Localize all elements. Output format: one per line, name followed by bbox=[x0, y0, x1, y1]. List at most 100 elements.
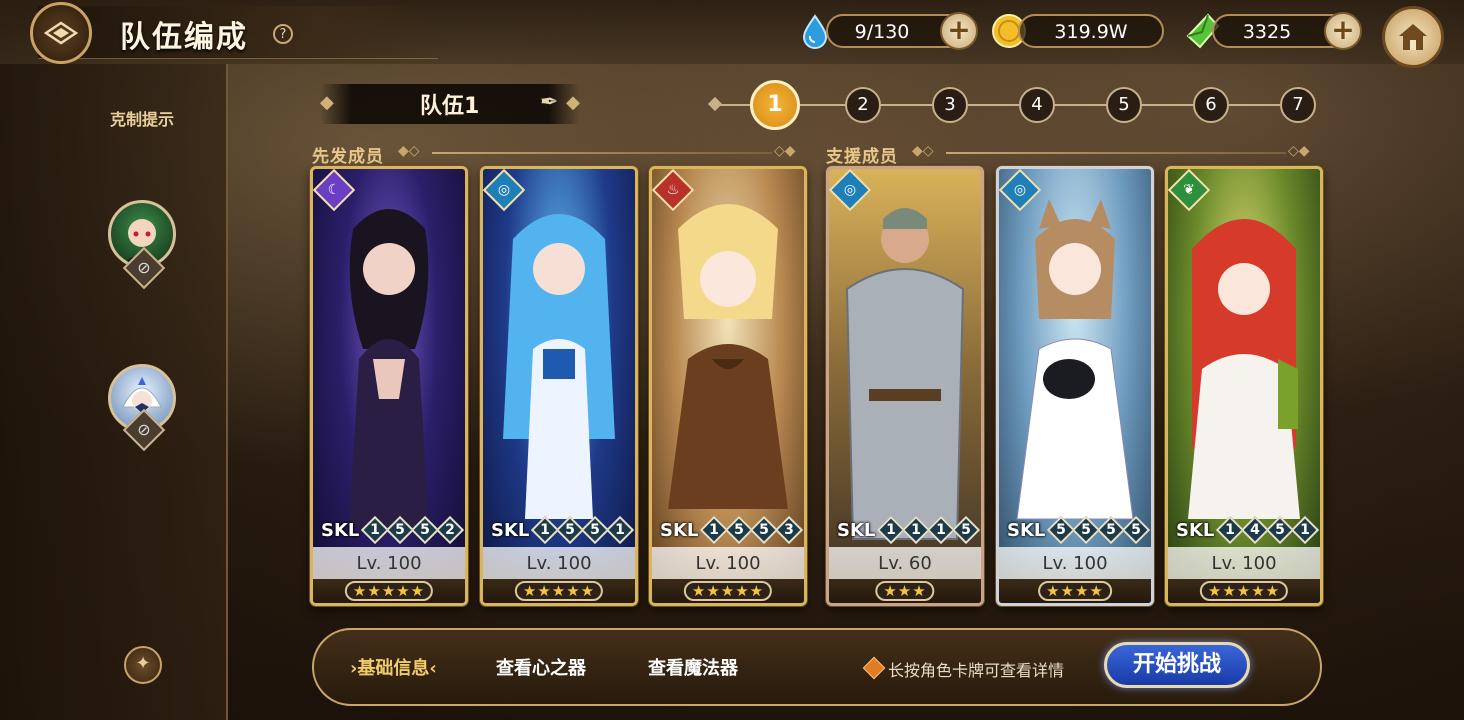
start-challenge-button[interactable]: 开始挑战 bbox=[1104, 642, 1250, 688]
team-tab-4[interactable]: 4 bbox=[1019, 87, 1055, 123]
skill-level-value: 1 bbox=[911, 522, 922, 538]
team-tab-1[interactable]: 1 bbox=[750, 80, 800, 130]
starters-heading: 先发成员 bbox=[312, 147, 384, 167]
team-name: 队伍1 bbox=[420, 94, 480, 119]
character-card-1[interactable]: ☾ SKL 1 5 5 2 Lv. 100 ★★★★★ bbox=[310, 166, 468, 606]
heading-ornament-icon: ◇◆ bbox=[774, 143, 796, 159]
star-rating: ★★★★★ bbox=[1199, 581, 1289, 601]
star-rating: ★★★★★ bbox=[344, 581, 434, 601]
character-card-4[interactable]: ◎ SKL 1 1 1 5 Lv. 60 ★★★ bbox=[826, 166, 984, 606]
dark-attribute-icon: ☾ bbox=[327, 182, 341, 198]
character-card-6[interactable]: ❦ SKL 1 4 5 1 Lv. 100 ★★★★★ bbox=[1165, 166, 1323, 606]
home-button[interactable] bbox=[1382, 6, 1444, 68]
skill-level: 2 bbox=[436, 515, 465, 545]
skill-level-value: 5 bbox=[565, 522, 576, 538]
skill-levels: SKL 1 1 1 5 bbox=[829, 515, 981, 545]
card-level: Lv. 100 bbox=[695, 553, 761, 574]
page-title: 队伍编成 bbox=[120, 20, 248, 55]
skill-level-value: 5 bbox=[395, 522, 406, 538]
skill-level-value: 1 bbox=[886, 522, 897, 538]
no-icon: ⊘ bbox=[137, 420, 151, 439]
support-divider bbox=[946, 152, 1286, 154]
character-portrait bbox=[349, 209, 429, 529]
character-portrait bbox=[1016, 199, 1134, 520]
skill-level-value: 1 bbox=[1300, 522, 1311, 538]
skill-level-value: 5 bbox=[1275, 522, 1286, 538]
skill-level-value: 4 bbox=[1250, 522, 1261, 538]
left-ornament-icon: ◆ bbox=[320, 92, 334, 113]
back-button[interactable] bbox=[30, 2, 92, 64]
card-level: Lv. 100 bbox=[526, 553, 592, 574]
heading-ornament-icon: ◆◇ bbox=[912, 143, 934, 159]
water-attribute-icon: ◎ bbox=[1013, 182, 1027, 198]
home-icon bbox=[1399, 24, 1427, 50]
skl-label: SKL bbox=[491, 519, 530, 541]
skill-level-value: 5 bbox=[961, 522, 972, 538]
skill-level-value: 5 bbox=[1106, 522, 1117, 538]
skill-levels: SKL 1 5 5 1 bbox=[483, 515, 635, 545]
skl-label: SKL bbox=[837, 519, 876, 541]
character-card-2[interactable]: ◎ SKL 1 5 5 1 Lv. 100 ★★★★★ bbox=[480, 166, 638, 606]
support-heading: 支援成员 bbox=[826, 147, 898, 167]
team-tab-3[interactable]: 3 bbox=[932, 87, 968, 123]
team-tab-7[interactable]: 7 bbox=[1280, 87, 1316, 123]
skill-level-value: 5 bbox=[759, 522, 770, 538]
character-card-5[interactable]: ◎ SKL 5 5 5 5 Lv. 100 ★★★★ bbox=[996, 166, 1154, 606]
diamond-back-icon bbox=[44, 21, 78, 45]
star-rating: ★★★★★ bbox=[514, 581, 604, 601]
skill-level-value: 5 bbox=[734, 522, 745, 538]
card-level: Lv. 100 bbox=[356, 553, 422, 574]
add-water-button[interactable]: + bbox=[940, 12, 978, 50]
skill-levels: SKL 1 5 5 3 bbox=[652, 515, 804, 545]
water-attribute-icon: ◎ bbox=[497, 182, 511, 198]
skill-level: 1 bbox=[606, 515, 635, 545]
arrow-left-icon: ‹ bbox=[429, 658, 437, 679]
team-tab-2[interactable]: 2 bbox=[845, 87, 881, 123]
heading-ornament-icon: ◇◆ bbox=[1288, 143, 1310, 159]
resource-crystal: 3325 + bbox=[1212, 12, 1362, 50]
skill-level-value: 1 bbox=[540, 522, 551, 538]
resource-crystal-value: 3325 bbox=[1242, 21, 1292, 43]
skill-level-value: 1 bbox=[370, 522, 381, 538]
skill-level-value: 1 bbox=[615, 522, 626, 538]
star-rating: ★★★★★ bbox=[683, 581, 773, 601]
tab-magic-device[interactable]: 查看魔法器 bbox=[648, 654, 738, 680]
add-crystal-button[interactable]: + bbox=[1324, 12, 1362, 50]
tab-basic-info[interactable]: ›基础信息‹ bbox=[350, 654, 437, 680]
rename-quill-icon[interactable]: ✒ bbox=[540, 90, 558, 115]
no-icon: ⊘ bbox=[137, 258, 151, 277]
character-portrait bbox=[1188, 219, 1300, 519]
compass-icon: ✦ bbox=[135, 653, 151, 674]
skill-levels: SKL 5 5 5 5 bbox=[999, 515, 1151, 545]
tab-heart-device[interactable]: 查看心之器 bbox=[496, 654, 586, 680]
counter-hint-label: 克制提示 bbox=[110, 110, 175, 129]
long-press-hint: 长按角色卡牌可查看详情 bbox=[888, 661, 1065, 680]
water-attribute-icon: ◎ bbox=[843, 182, 857, 198]
skill-level-value: 1 bbox=[1225, 522, 1236, 538]
skill-level-value: 5 bbox=[590, 522, 601, 538]
skill-level-value: 1 bbox=[709, 522, 720, 538]
skill-level: 1 bbox=[1291, 515, 1320, 545]
resource-gold: 319.9W bbox=[1018, 14, 1164, 48]
wind-attribute-icon: ❦ bbox=[1183, 182, 1195, 198]
skill-level: 5 bbox=[1122, 515, 1151, 545]
team-tab-5[interactable]: 5 bbox=[1106, 87, 1142, 123]
skill-levels: SKL 1 5 5 2 bbox=[313, 515, 465, 545]
skill-level-value: 5 bbox=[1081, 522, 1092, 538]
card-level: Lv. 100 bbox=[1211, 553, 1277, 574]
help-icon[interactable]: ? bbox=[273, 24, 293, 44]
skill-level: 5 bbox=[952, 515, 981, 545]
character-portrait bbox=[668, 204, 788, 509]
starters-divider bbox=[432, 152, 772, 154]
character-card-3[interactable]: ♨ SKL 1 5 5 3 Lv. 100 ★★★★★ bbox=[649, 166, 807, 606]
star-rating: ★★★ bbox=[875, 581, 935, 601]
compass-button[interactable]: ✦ bbox=[124, 646, 162, 684]
skill-level: 3 bbox=[775, 515, 804, 545]
skill-level-value: 1 bbox=[936, 522, 947, 538]
skill-level-value: 3 bbox=[784, 522, 795, 538]
right-ornament-icon: ◆ bbox=[566, 92, 580, 113]
team-tab-6[interactable]: 6 bbox=[1193, 87, 1229, 123]
skl-label: SKL bbox=[1176, 519, 1215, 541]
skl-label: SKL bbox=[1007, 519, 1046, 541]
skill-level-value: 5 bbox=[420, 522, 431, 538]
